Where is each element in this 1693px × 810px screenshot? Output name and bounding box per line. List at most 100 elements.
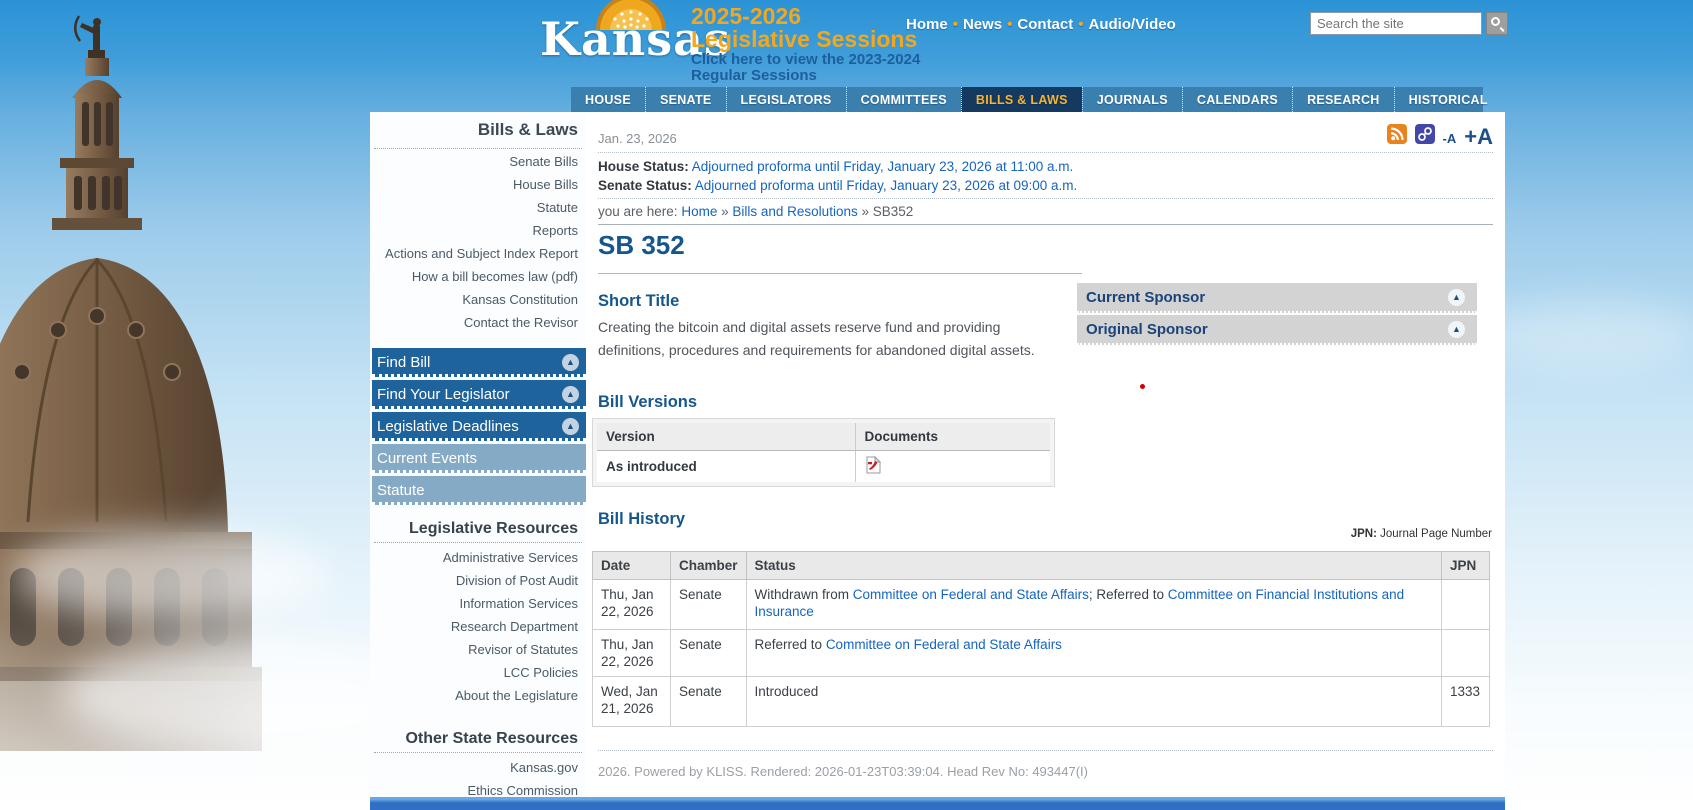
kansas-legislature-page: Kansas 2025-2026 Legislative Sessions Cl… [0, 0, 1693, 810]
main-nav: HOUSE SENATE LEGISLATORS COMMITTEES BILL… [571, 87, 1483, 112]
sidebar-item-reports[interactable]: Reports [370, 223, 586, 239]
senate-status-line: Senate Status: Adjourned proforma until … [598, 178, 1077, 193]
sidebar-heading-legislative-resources: Legislative Resources [370, 520, 586, 538]
current-sponsor-accordion[interactable]: Current Sponsor [1077, 283, 1477, 313]
rss-icon[interactable] [1387, 124, 1407, 149]
current-sponsor-label: Current Sponsor [1086, 289, 1205, 306]
sidebar-item-lcc-policies[interactable]: LCC Policies [370, 665, 586, 681]
original-sponsor-accordion[interactable]: Original Sponsor [1077, 315, 1477, 345]
house-status-label: House Status: [598, 159, 689, 174]
permalink-icon[interactable] [1415, 124, 1435, 149]
sidebar-item-about-the-legislature[interactable]: About the Legislature [370, 688, 586, 704]
tab-house[interactable]: HOUSE [571, 87, 645, 112]
content-area: Bills & Laws Senate Bills House Bills St… [370, 112, 1505, 810]
sidebar-item-research-department[interactable]: Research Department [370, 619, 586, 635]
date-cell: Thu, Jan 22, 2026 [593, 630, 671, 677]
sidebar-item-house-bills[interactable]: House Bills [370, 177, 586, 193]
sidebar-item-actions-index-report[interactable]: Actions and Subject Index Report [370, 246, 586, 262]
tab-senate[interactable]: SENATE [645, 87, 726, 112]
divider [598, 750, 1493, 751]
sidebar-item-contact-the-revisor[interactable]: Contact the Revisor [370, 315, 586, 331]
breadcrumb-separator: » [861, 204, 869, 219]
divider [374, 542, 582, 543]
top-menu-audio-video[interactable]: Audio/Video [1089, 16, 1176, 33]
status-text: ; Referred to [1089, 587, 1168, 602]
status-text: Introduced [755, 684, 819, 699]
tab-research[interactable]: RESEARCH [1292, 87, 1394, 112]
site-search [1310, 12, 1482, 35]
footer-text: 2026. Powered by KLISS. Rendered: 2026-0… [598, 764, 1088, 779]
menu-bullet: • [1002, 16, 1017, 33]
original-sponsor-label: Original Sponsor [1086, 321, 1208, 338]
senate-status-link[interactable]: Adjourned proforma until Friday, January… [695, 178, 1077, 193]
sidebar-item-revisor-of-statutes[interactable]: Revisor of Statutes [370, 642, 586, 658]
table-row: Thu, Jan 22, 2026 Senate Withdrawn from … [593, 580, 1490, 630]
tab-journals[interactable]: JOURNALS [1082, 87, 1182, 112]
tab-calendars[interactable]: CALENDARS [1182, 87, 1292, 112]
sidebar-item-statute[interactable]: Statute [370, 200, 586, 216]
date-cell: Thu, Jan 22, 2026 [593, 580, 671, 630]
sidebar-item-kansas-constitution[interactable]: Kansas Constitution [370, 292, 586, 308]
accordion-statute[interactable]: Statute [372, 476, 586, 505]
collapse-up-icon[interactable] [1448, 321, 1465, 338]
committee-link[interactable]: Committee on Federal and State Affairs [853, 587, 1089, 602]
status-text: Referred to [755, 637, 826, 652]
font-increase-button[interactable]: +A [1464, 125, 1493, 149]
sidebar-item-kansas-gov[interactable]: Kansas.gov [370, 760, 586, 776]
jpn-cell: 1333 [1442, 677, 1490, 727]
collapse-up-icon[interactable] [562, 418, 579, 435]
house-status-link[interactable]: Adjourned proforma until Friday, January… [692, 159, 1073, 174]
accordion-find-bill[interactable]: Find Bill [372, 348, 586, 377]
sidebar-item-how-a-bill-becomes-law[interactable]: How a bill becomes law (pdf) [370, 269, 586, 285]
sidebar-item-information-services[interactable]: Information Services [370, 596, 586, 612]
divider [598, 152, 1493, 153]
accordion-label: Statute [377, 482, 425, 499]
cloud [10, 530, 330, 620]
committee-link[interactable]: Committee on Federal and State Affairs [826, 637, 1062, 652]
breadcrumb-current: SB352 [873, 204, 914, 219]
sidebar: Bills & Laws Senate Bills House Bills St… [370, 112, 586, 810]
tab-historical[interactable]: HISTORICAL [1394, 87, 1502, 112]
previous-session-link-line2[interactable]: Regular Sessions [691, 67, 817, 84]
short-title-text: Creating the bitcoin and digital assets … [598, 316, 1058, 362]
accordion-current-events[interactable]: Current Events [372, 444, 586, 473]
status-cell: Introduced [746, 677, 1441, 727]
sidebar-item-administrative-services[interactable]: Administrative Services [370, 550, 586, 566]
senate-status-label: Senate Status: [598, 178, 692, 193]
sidebar-item-division-of-post-audit[interactable]: Division of Post Audit [370, 573, 586, 589]
collapse-up-icon[interactable] [562, 354, 579, 371]
bottom-bar [370, 797, 1505, 810]
divider [374, 752, 582, 753]
status-text: Withdrawn from [755, 587, 853, 602]
breadcrumb-bills-link[interactable]: Bills and Resolutions [732, 204, 857, 219]
search-input[interactable] [1310, 12, 1482, 35]
collapse-up-icon[interactable] [562, 386, 579, 403]
breadcrumb-home-link[interactable]: Home [681, 204, 717, 219]
page-tools: -A +A [1387, 124, 1493, 149]
accordion-find-your-legislator[interactable]: Find Your Legislator [372, 380, 586, 409]
accordion-legislative-deadlines[interactable]: Legislative Deadlines [372, 412, 586, 441]
previous-session-link-line1[interactable]: Click here to view the 2023-2024 [691, 51, 920, 68]
table-header-row: Date Chamber Status JPN [593, 552, 1490, 580]
sidebar-item-senate-bills[interactable]: Senate Bills [370, 154, 586, 170]
column-jpn: JPN [1442, 552, 1490, 580]
tab-committees[interactable]: COMMITTEES [846, 87, 961, 112]
collapse-up-icon[interactable] [1448, 289, 1465, 306]
chamber-cell: Senate [671, 580, 747, 630]
pdf-icon[interactable] [865, 456, 882, 477]
font-decrease-button[interactable]: -A [1443, 129, 1457, 149]
date-cell: Wed, Jan 21, 2026 [593, 677, 671, 727]
top-menu-home[interactable]: Home [906, 16, 948, 33]
table-header-row: Version Documents [597, 423, 1050, 451]
house-status-line: House Status: Adjourned proforma until F… [598, 159, 1073, 174]
bill-history-table: Date Chamber Status JPN Thu, Jan 22, 202… [592, 551, 1490, 727]
column-documents: Documents [855, 423, 1050, 451]
bill-history-heading: Bill History [598, 510, 685, 529]
search-button[interactable] [1486, 12, 1508, 35]
accordion-label: Find Your Legislator [377, 386, 510, 403]
jpn-cell [1442, 580, 1490, 630]
tab-legislators[interactable]: LEGISLATORS [726, 87, 846, 112]
top-menu-contact[interactable]: Contact [1017, 16, 1073, 33]
tab-bills-and-laws[interactable]: BILLS & LAWS [961, 87, 1082, 112]
top-menu-news[interactable]: News [963, 16, 1002, 33]
